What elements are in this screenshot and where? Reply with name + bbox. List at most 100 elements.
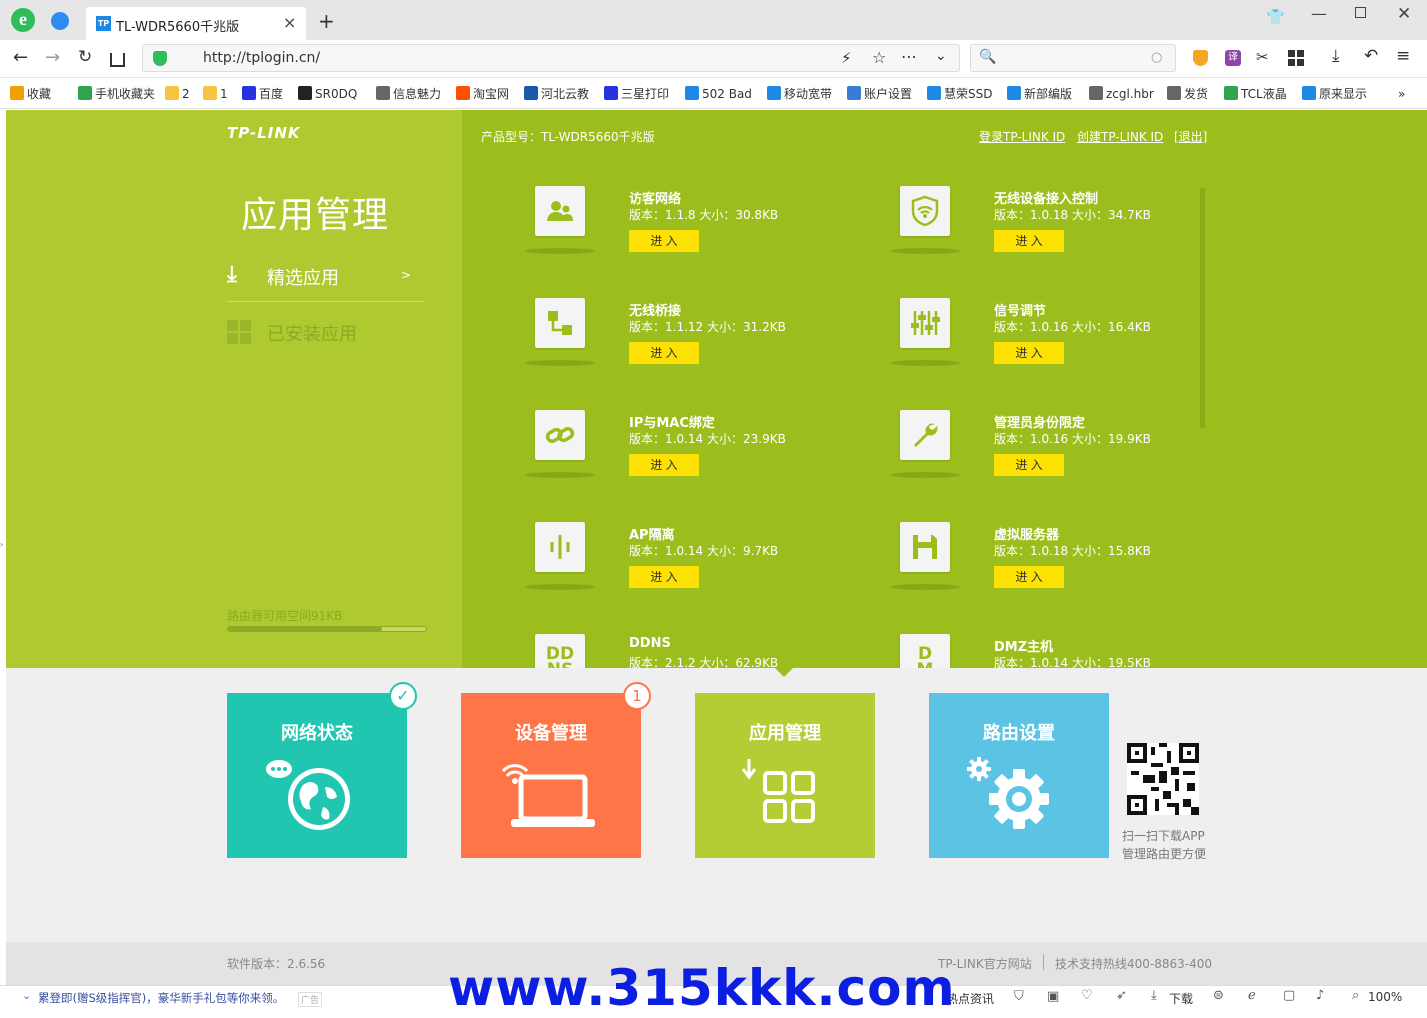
ie-icon[interactable]: ℯ [1248, 988, 1256, 1003]
tile-router-settings[interactable]: 路由设置 [929, 693, 1109, 858]
enter-button[interactable]: 进 入 [994, 342, 1064, 364]
search-go-icon[interactable]: ○ [1151, 50, 1162, 65]
enter-button[interactable]: 进 入 [629, 230, 699, 252]
enter-button[interactable]: 进 入 [629, 342, 699, 364]
search-input[interactable]: 🔍 ○ [970, 44, 1176, 72]
tab-title: TL-WDR5660千兆版 [116, 20, 240, 35]
skin-icon[interactable]: 👕 [1266, 8, 1285, 26]
app-version: 版本：1.0.18 大小：34.7KB [994, 208, 1151, 222]
chevron-down-icon[interactable]: ⌄ [935, 48, 947, 64]
new-tab-button[interactable]: + [318, 9, 335, 33]
bookmark-item[interactable]: 收藏 [10, 85, 51, 103]
bookmark-item[interactable]: 三星打印 [604, 85, 669, 103]
tab-tplink[interactable]: TP TL-WDR5660千兆版 × [86, 7, 306, 40]
download-label[interactable]: 下载 [1169, 990, 1193, 1007]
url-text[interactable]: http://tplogin.cn/ [203, 50, 320, 66]
app-version: 版本：2.1.2 大小：62.9KB [629, 656, 779, 668]
more-bookmarks-icon[interactable]: » [1398, 85, 1405, 103]
icon-shadow [890, 472, 960, 478]
bookmark-item[interactable]: 1 [203, 85, 228, 103]
promo-text[interactable]: 累登即(赠S级指挥官)，豪华新手礼包等你来领。 [38, 990, 284, 1006]
enter-button[interactable]: 进 入 [994, 230, 1064, 252]
bookmark-item[interactable]: 账户设置 [847, 85, 912, 103]
bookmark-label: 百度 [259, 87, 284, 101]
tile-network-status[interactable]: 网络状态 ✓ [227, 682, 417, 858]
bookmark-label: 502 Bad [702, 87, 752, 101]
chevron-down-icon[interactable]: ⌄ [22, 989, 31, 1002]
bookmark-item[interactable]: 2 [165, 85, 190, 103]
download-icon[interactable]: ⤓ [1332, 46, 1340, 66]
more-icon[interactable]: ⋯ [901, 47, 917, 66]
forward-icon[interactable]: → [45, 47, 60, 68]
send-icon[interactable] [51, 12, 69, 30]
floppy-icon [900, 522, 950, 572]
game-icon[interactable]: ⊜ [1213, 988, 1224, 1003]
storage-bar [227, 626, 427, 632]
sidebar-item-featured[interactable]: ⤓ 精选应用 > [227, 260, 425, 302]
star-icon[interactable]: ☆ [872, 48, 886, 67]
translate-icon[interactable]: 译 [1225, 50, 1241, 66]
zoom-icon[interactable]: ⌕ [1352, 988, 1359, 1003]
undo-icon[interactable]: ↶ [1364, 46, 1378, 66]
tile-app-management[interactable]: 应用管理 [695, 693, 875, 858]
back-icon[interactable]: ← [13, 47, 28, 68]
window-icon[interactable]: ▢ [1283, 988, 1295, 1003]
sidebar-item-installed[interactable]: 已安装应用 [227, 318, 425, 348]
bookmark-label: 淘宝网 [473, 87, 510, 101]
maximize-icon[interactable] [1355, 7, 1366, 18]
heartbeat-icon[interactable]: ♡ [1081, 988, 1093, 1003]
menu-icon[interactable]: ≡ [1396, 46, 1410, 66]
bookmark-label: 原来显示 [1319, 87, 1368, 101]
app-card: IP与MAC绑定 版本：1.0.14 大小：23.9KB 进 入 [525, 410, 865, 500]
bookmark-item[interactable]: 原来显示 [1302, 85, 1367, 103]
bookmark-item[interactable]: 移动宽带 [767, 85, 832, 103]
qr-code-image [1127, 743, 1199, 815]
scissors-icon[interactable]: ✂ [1256, 48, 1269, 66]
enter-button[interactable]: 进 入 [994, 566, 1064, 588]
apps-grid-icon[interactable] [1288, 50, 1304, 66]
close-tab-icon[interactable]: × [283, 13, 296, 32]
storage-label: 路由器可用空间91KB [227, 609, 343, 623]
enter-button[interactable]: 进 入 [994, 454, 1064, 476]
home-icon[interactable] [110, 53, 125, 67]
side-collapse-handle[interactable]: › [0, 540, 3, 549]
bookmark-item[interactable]: 河北云教 [524, 85, 589, 103]
bookmark-label: 发货 [1184, 87, 1209, 101]
bookmark-item[interactable]: 慧荣SSD [927, 85, 992, 103]
bookmark-item[interactable]: 百度 [242, 85, 283, 103]
app-version: 版本：1.0.16 大小：16.4KB [994, 320, 1151, 334]
tile-device-management[interactable]: 设备管理 1 [461, 682, 651, 858]
bookmark-item[interactable]: 502 Bad [685, 85, 752, 103]
download-status-icon[interactable]: ⤓ [1151, 988, 1157, 1003]
bookmark-item[interactable]: 手机收藏夹 [78, 85, 155, 103]
zoom-level[interactable]: 100% [1368, 990, 1402, 1004]
bookmark-item[interactable]: 新部编版 [1007, 85, 1072, 103]
minimize-icon[interactable]: — [1311, 4, 1327, 23]
bookmark-item[interactable]: zcgl.hbr [1089, 85, 1154, 103]
extension-shield-icon[interactable] [1193, 50, 1208, 66]
rocket-icon[interactable]: ➶ [1116, 988, 1127, 1003]
flash-icon[interactable]: ⚡ [841, 49, 852, 67]
network-icon [847, 86, 861, 100]
app-name: DDNS [629, 636, 671, 651]
bookmark-item[interactable]: 信息魅力 [376, 85, 441, 103]
url-bar[interactable]: http://tplogin.cn/ ⚡ ☆ ⋯ ⌄ [142, 44, 960, 72]
browser-logo-icon[interactable]: e [11, 8, 35, 32]
download-arrow-icon: ⤓ [227, 262, 237, 287]
bookmark-item[interactable]: 淘宝网 [456, 85, 509, 103]
enter-button[interactable]: 进 入 [629, 566, 699, 588]
bookmark-item[interactable]: TCL液晶 [1224, 85, 1287, 103]
image-icon[interactable]: ▣ [1047, 989, 1059, 1004]
tile-label: 路由设置 [983, 723, 1055, 744]
close-window-icon[interactable]: ✕ [1397, 4, 1411, 24]
bookmark-label: 2 [182, 87, 190, 101]
bookmark-item[interactable]: 发货 [1167, 85, 1208, 103]
reload-icon[interactable]: ↻ [78, 47, 92, 67]
bookmark-item[interactable]: SR0DQ [298, 85, 357, 103]
support-hotline: 技术支持热线400-8863-400 [1055, 957, 1213, 971]
shield-icon[interactable]: ⛉ [1014, 989, 1024, 1004]
volume-icon[interactable]: ♪ [1316, 988, 1324, 1003]
app-card: AP隔离 版本：1.0.14 大小：9.7KB 进 入 [525, 522, 865, 612]
enter-button[interactable]: 进 入 [629, 454, 699, 476]
search-icon: 🔍 [979, 49, 997, 65]
